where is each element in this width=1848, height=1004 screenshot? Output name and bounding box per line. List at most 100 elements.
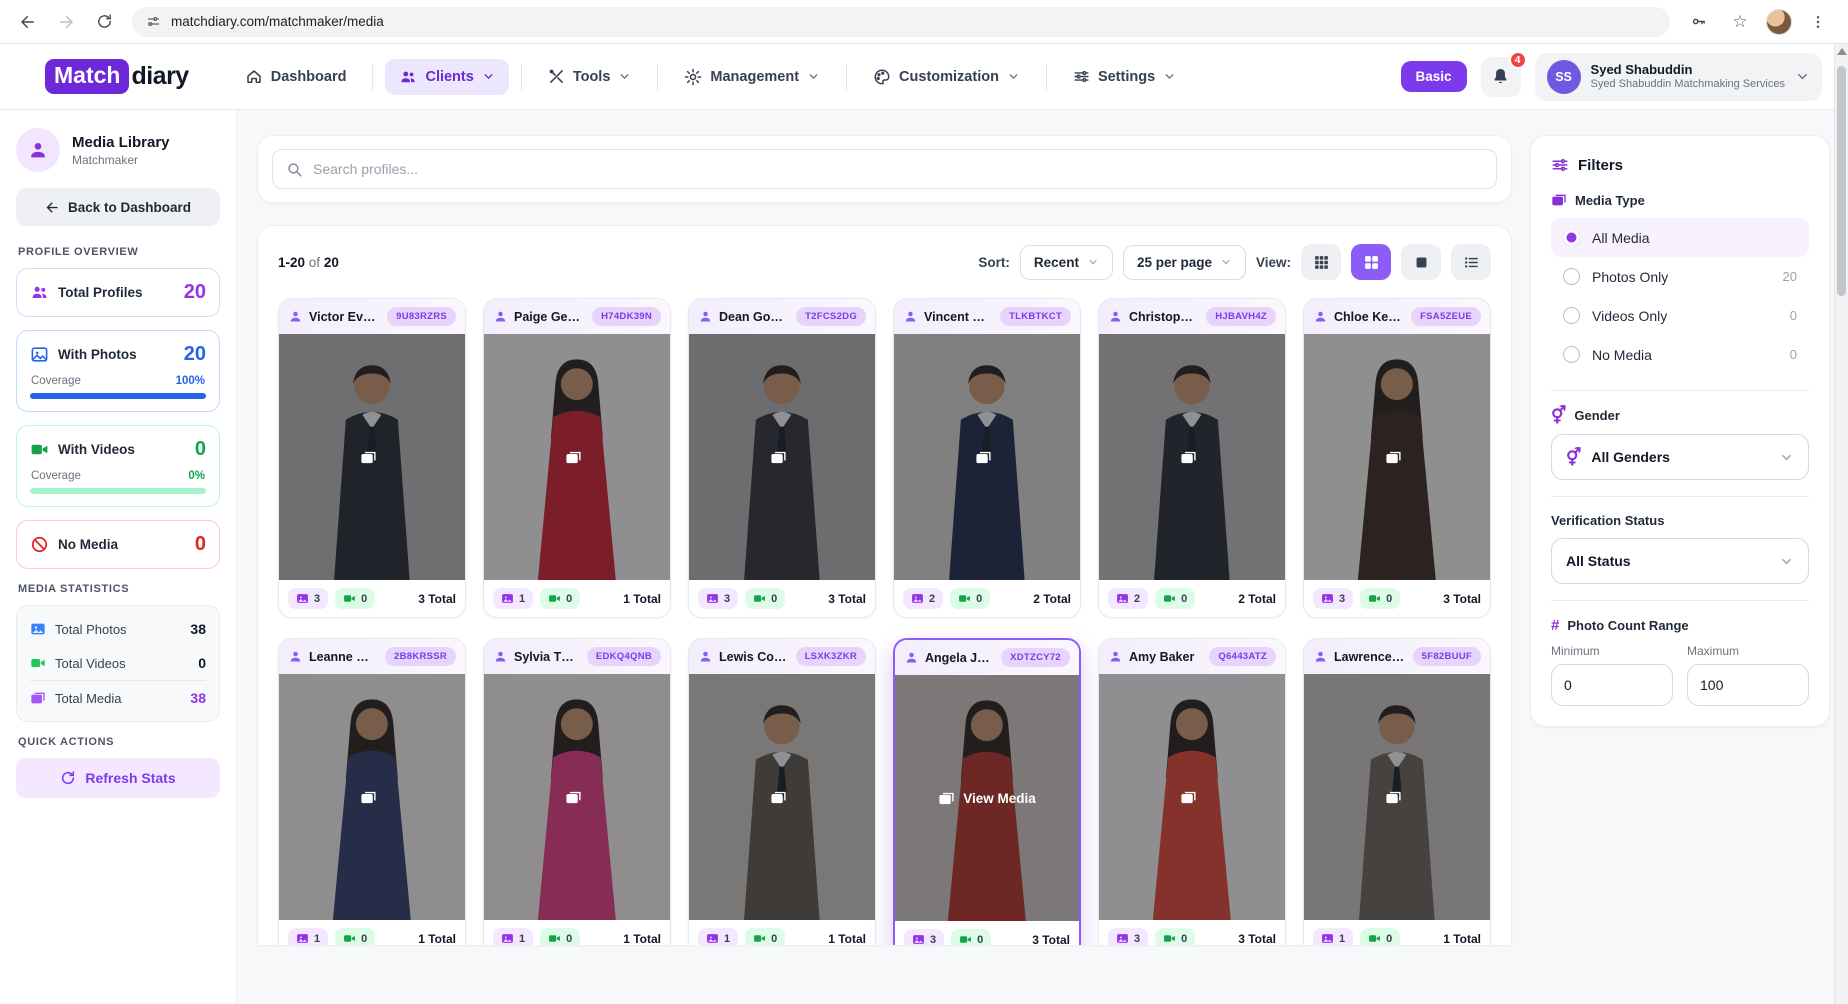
profile-card[interactable]: Paige George H74DK39N (483, 298, 671, 618)
profile-id-badge: Q6443ATZ (1209, 647, 1276, 666)
with-photos-card: With Photos 20 Coverage100% (16, 330, 220, 412)
user-menu[interactable]: SS Syed Shabuddin Syed Shabuddin Matchma… (1535, 53, 1822, 101)
profile-card[interactable]: Chloe Kennedy FSA5ZEUE (1303, 298, 1491, 618)
nav-dashboard[interactable]: Dashboard (231, 59, 361, 95)
search-input[interactable] (313, 161, 1483, 177)
view-media-overlay[interactable] (1304, 674, 1490, 920)
profile-card[interactable]: Victor Evans 9U83RZRS (278, 298, 466, 618)
profile-card[interactable]: Sylvia Thomp... EDKQ4QNB (483, 638, 671, 945)
browser-menu-icon[interactable] (1802, 6, 1834, 38)
view-media-overlay[interactable] (1099, 674, 1285, 920)
nav-tools[interactable]: Tools (534, 59, 646, 94)
password-key-icon[interactable] (1682, 6, 1714, 38)
video-icon (343, 592, 356, 605)
gender-select[interactable]: ⚥ All Genders (1551, 434, 1809, 480)
nav-clients[interactable]: Clients (385, 59, 508, 95)
view-media-overlay[interactable] (279, 674, 465, 920)
filter-option-all-media[interactable]: All Media (1551, 218, 1809, 257)
video-icon (548, 592, 561, 605)
total-media-label: 3 Total (1443, 592, 1481, 606)
view-media-overlay[interactable] (1099, 334, 1285, 580)
filter-option-videos-only[interactable]: Videos Only 0 (1551, 296, 1809, 335)
view-media-overlay[interactable] (484, 334, 670, 580)
gender-label: Gender (1574, 408, 1620, 423)
profile-photo[interactable] (689, 334, 875, 580)
nav-divider (846, 64, 847, 90)
refresh-stats-button[interactable]: Refresh Stats (16, 758, 220, 798)
total-media-label: 1 Total (1443, 932, 1481, 946)
filter-option-no-media[interactable]: No Media 0 (1551, 335, 1809, 374)
verification-status-select[interactable]: All Status (1551, 538, 1809, 584)
view-media-overlay[interactable] (894, 334, 1080, 580)
profile-card[interactable]: Lawrence Oliver 5F82BUUF (1303, 638, 1491, 945)
profile-photo[interactable] (279, 334, 465, 580)
profile-id-badge: XDTZCY72 (1001, 648, 1070, 667)
view-list-button[interactable] (1451, 244, 1491, 280)
back-to-dashboard-button[interactable]: Back to Dashboard (16, 188, 220, 226)
scroll-up-arrow[interactable] (1837, 48, 1847, 55)
view-media-overlay[interactable] (279, 334, 465, 580)
browser-profile-avatar[interactable] (1766, 9, 1792, 35)
profile-card[interactable]: Vincent West TLKBTKCT (893, 298, 1081, 618)
profile-card[interactable]: Lewis Cooke LSXK3ZKR (688, 638, 876, 945)
profile-photo[interactable] (279, 674, 465, 920)
total-media-row: Total Media 38 (30, 680, 206, 715)
total-photos-row: Total Photos 38 (30, 612, 206, 646)
nav-customization[interactable]: Customization (859, 59, 1034, 95)
sort-dropdown[interactable]: Recent (1020, 245, 1113, 280)
filter-option-photos-only[interactable]: Photos Only 20 (1551, 257, 1809, 296)
profile-photo[interactable] (484, 674, 670, 920)
matchdiary-logo[interactable]: Match diary (45, 59, 189, 94)
media-library-avatar (16, 128, 60, 172)
profile-photo[interactable] (1099, 674, 1285, 920)
view-medium-grid-button[interactable] (1351, 244, 1391, 280)
address-bar[interactable]: matchdiary.com/matchmaker/media (132, 7, 1670, 37)
view-media-overlay[interactable] (689, 334, 875, 580)
search-card (257, 135, 1512, 203)
view-small-grid-button[interactable] (1301, 244, 1341, 280)
verification-status-label: Verification Status (1551, 513, 1664, 528)
plan-badge[interactable]: Basic (1401, 61, 1467, 92)
maximum-input[interactable] (1687, 664, 1809, 706)
browser-reload-button[interactable] (88, 6, 120, 38)
browser-forward-button[interactable] (50, 6, 82, 38)
profile-card[interactable]: Amy Baker Q6443ATZ (1098, 638, 1286, 945)
profile-photo[interactable]: View Media (895, 675, 1079, 921)
view-large-button[interactable] (1401, 244, 1441, 280)
profile-photo[interactable] (1304, 674, 1490, 920)
photo-count: 3 (1339, 593, 1345, 605)
chevron-down-icon (1779, 450, 1794, 465)
profile-card-footer: 1 0 1 Total (689, 920, 875, 945)
with-videos-value: 0 (195, 438, 206, 461)
photo-count-badge: 3 (698, 588, 738, 609)
profile-card[interactable]: Leanne Moore 2B8KRSSR (278, 638, 466, 945)
view-media-overlay[interactable] (1304, 334, 1490, 580)
site-info-icon[interactable] (146, 14, 161, 29)
page-size-dropdown[interactable]: 25 per page (1123, 245, 1246, 280)
total-media-label: 1 Total (623, 932, 661, 946)
photo-icon (706, 592, 719, 605)
profile-photo[interactable] (1099, 334, 1285, 580)
profile-card[interactable]: Dean Gonzalez T2FCS2DG (688, 298, 876, 618)
profile-card[interactable]: Christopher H... HJBAVH4Z (1098, 298, 1286, 618)
profile-card[interactable]: Angela James XDTZCY72 View Media (893, 638, 1081, 945)
profile-photo[interactable] (1304, 334, 1490, 580)
profile-photo[interactable] (689, 674, 875, 920)
profile-photo[interactable] (484, 334, 670, 580)
minimum-input[interactable] (1551, 664, 1673, 706)
view-media-overlay[interactable] (689, 674, 875, 920)
profile-photo[interactable] (894, 334, 1080, 580)
profile-overview-heading: PROFILE OVERVIEW (18, 246, 218, 258)
page-scrollbar[interactable] (1834, 44, 1848, 1004)
notifications-button[interactable]: 4 (1481, 57, 1521, 97)
bookmark-star-icon[interactable]: ☆ (1724, 6, 1756, 38)
view-media-overlay[interactable]: View Media (895, 675, 1079, 921)
scrollbar-thumb[interactable] (1837, 66, 1846, 296)
nav-settings[interactable]: Settings (1059, 59, 1190, 94)
view-media-overlay[interactable] (484, 674, 670, 920)
search-box[interactable] (272, 149, 1497, 189)
photo-icon (912, 933, 925, 945)
profile-card-footer: 3 0 3 Total (1099, 920, 1285, 945)
nav-management[interactable]: Management (670, 59, 834, 95)
browser-back-button[interactable] (12, 6, 44, 38)
